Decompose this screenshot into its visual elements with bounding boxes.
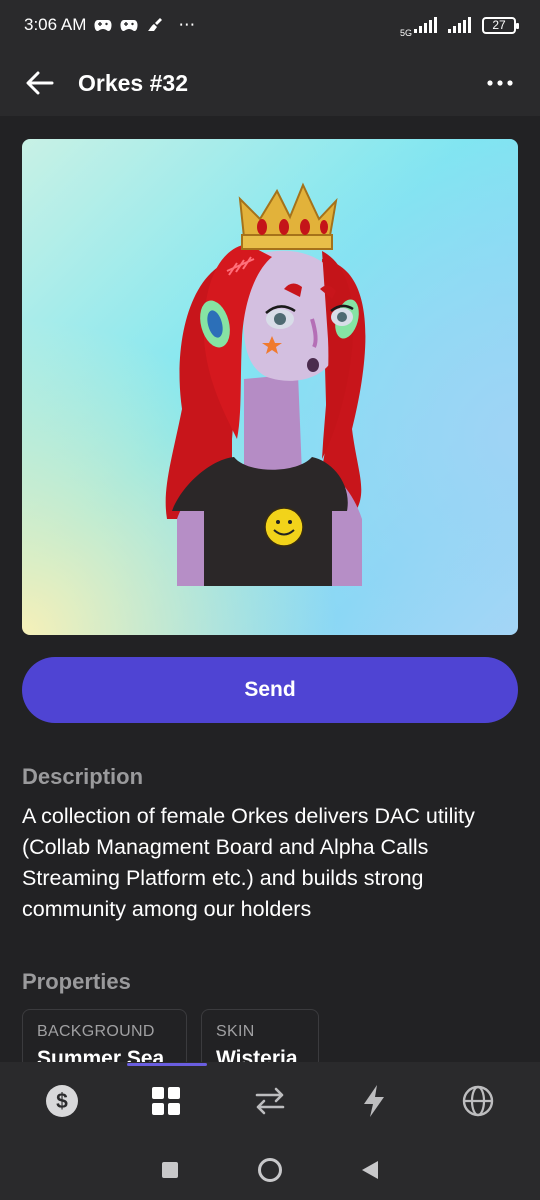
status-overflow-icon: ⋯ <box>178 15 196 34</box>
globe-icon <box>462 1085 494 1117</box>
lightning-icon <box>364 1085 384 1117</box>
status-bar: 3:06 AM ⋯ 5G 27 <box>0 0 540 50</box>
signal-icon-2 <box>448 17 474 33</box>
nav-item-activity[interactable] <box>344 1071 404 1131</box>
more-options-button[interactable] <box>482 65 518 101</box>
recents-button[interactable] <box>150 1150 190 1190</box>
property-card-background[interactable]: BACKGROUND Summer Sea <box>22 1009 187 1069</box>
status-right: 5G 27 <box>399 13 519 38</box>
property-label: SKIN <box>216 1023 255 1040</box>
broom-icon <box>146 17 164 33</box>
gamepad-icon-2 <box>120 18 138 32</box>
battery-level: 27 <box>492 18 506 32</box>
more-horizontal-icon <box>487 80 513 86</box>
nav-item-browser[interactable] <box>448 1071 508 1131</box>
description-text: A collection of female Orkes delivers DA… <box>22 804 475 921</box>
property-card-skin[interactable]: SKIN Wisteria <box>201 1009 319 1069</box>
dollar-icon: $ <box>46 1085 78 1117</box>
system-back-button[interactable] <box>350 1150 390 1190</box>
status-time: 3:06 AM <box>24 15 87 34</box>
property-label: BACKGROUND <box>37 1023 155 1040</box>
system-nav <box>0 1140 540 1200</box>
home-button[interactable] <box>250 1150 290 1190</box>
battery-icon: 27 <box>482 16 519 34</box>
bottom-nav: $ <box>0 1062 540 1140</box>
nav-item-wallet[interactable]: $ <box>32 1071 92 1131</box>
app-bar: Orkes #32 <box>0 50 540 116</box>
square-icon <box>162 1162 178 1178</box>
swap-icon <box>255 1087 285 1115</box>
arrow-left-icon <box>26 71 54 95</box>
page-title: Orkes #32 <box>78 69 188 96</box>
circle-icon <box>258 1158 282 1182</box>
status-left: 3:06 AM ⋯ <box>24 15 195 35</box>
grid-icon <box>152 1087 180 1115</box>
send-button[interactable]: Send <box>22 657 518 723</box>
nav-item-collectibles[interactable] <box>136 1071 196 1131</box>
properties-heading: Properties <box>22 969 131 994</box>
orke-character-illustration <box>165 182 366 586</box>
network-type: 5G <box>399 27 412 38</box>
svg-text:$: $ <box>56 1090 68 1113</box>
signal-icon <box>414 17 440 33</box>
description-heading: Description <box>22 764 144 789</box>
back-button[interactable] <box>22 65 58 101</box>
triangle-back-icon <box>362 1161 378 1179</box>
gamepad-icon <box>94 18 112 32</box>
nav-item-swap[interactable] <box>240 1071 300 1131</box>
nft-image[interactable] <box>22 139 518 635</box>
active-tab-indicator <box>127 1063 207 1066</box>
